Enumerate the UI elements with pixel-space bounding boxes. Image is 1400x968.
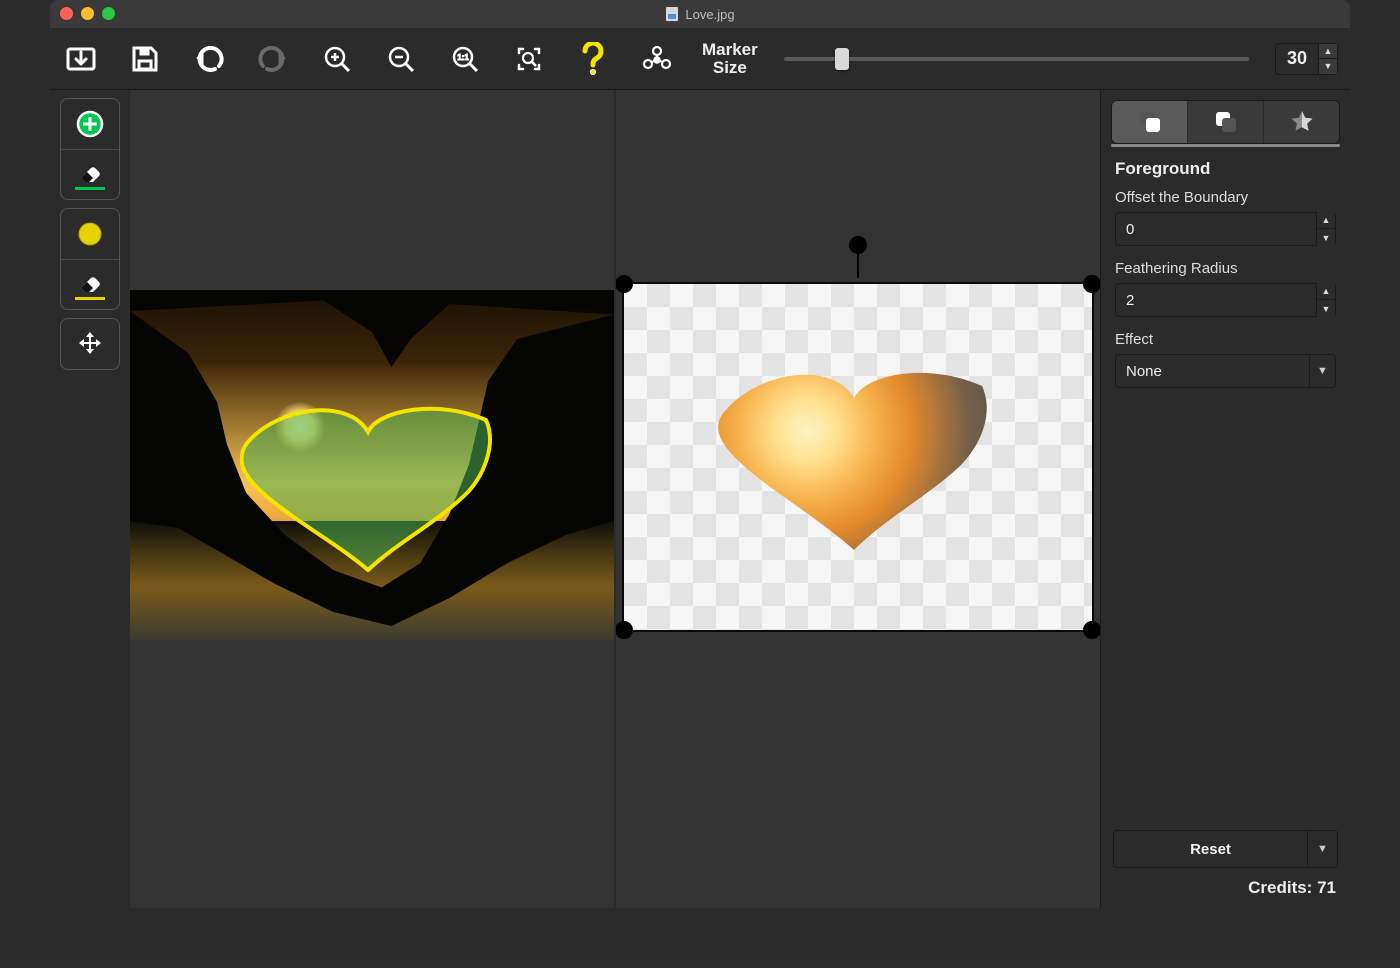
- erase-green-tool[interactable]: [61, 149, 119, 199]
- eraser-icon: [75, 270, 105, 294]
- tool-group-yellow: [60, 208, 120, 310]
- panel-tabs: [1111, 100, 1340, 144]
- tool-group-move: [60, 318, 120, 370]
- add-marker-tool[interactable]: [61, 99, 119, 149]
- open-button[interactable]: [62, 40, 100, 78]
- help-button[interactable]: [574, 40, 612, 78]
- right-panel: Foreground Offset the Boundary 0 ▲ ▼ Fea…: [1100, 90, 1350, 908]
- window-title: Love.jpg: [665, 6, 734, 22]
- erase-yellow-tool[interactable]: [61, 259, 119, 309]
- undo-button[interactable]: [190, 40, 228, 78]
- move-tool[interactable]: [61, 319, 119, 369]
- source-pane[interactable]: [130, 90, 614, 908]
- tab-underline: [1111, 144, 1340, 147]
- tool-group-marker: [60, 98, 120, 200]
- slider-track: [784, 57, 1249, 61]
- marker-size-input: 30 ▲ ▼: [1275, 43, 1338, 75]
- main-toolbar: 1:1 Marker Size 30 ▲ ▼: [50, 28, 1350, 90]
- foreground-icon: [1137, 109, 1163, 135]
- reset-menu-button[interactable]: ▼: [1307, 831, 1337, 867]
- resize-handle-bottom-right[interactable]: [1083, 621, 1100, 639]
- document-icon: [665, 6, 679, 22]
- yellow-marker-tool[interactable]: [61, 209, 119, 259]
- section-title: Foreground: [1115, 159, 1336, 179]
- panel-spacer: [1101, 412, 1350, 830]
- offset-label: Offset the Boundary: [1115, 189, 1336, 206]
- selection-overlay: [238, 402, 498, 572]
- zoom-out-button[interactable]: [382, 40, 420, 78]
- tab-foreground[interactable]: [1112, 101, 1187, 143]
- zoom-actual-button[interactable]: 1:1: [446, 40, 484, 78]
- feather-label: Feathering Radius: [1115, 260, 1336, 277]
- result-bounding-box[interactable]: [622, 282, 1094, 632]
- offset-value[interactable]: 0: [1116, 221, 1316, 238]
- maximize-window-button[interactable]: [102, 7, 115, 20]
- app-window: Love.jpg 1:1: [50, 0, 1350, 908]
- plus-circle-icon: [75, 109, 105, 139]
- selection-outline: [238, 402, 498, 572]
- feather-value[interactable]: 2: [1116, 292, 1316, 309]
- marker-size-down[interactable]: ▼: [1319, 59, 1337, 74]
- title-bar: Love.jpg: [50, 0, 1350, 28]
- effect-value: None: [1116, 363, 1309, 380]
- resize-handle-top-left[interactable]: [615, 275, 633, 293]
- marker-label-top: Marker: [702, 41, 758, 59]
- traffic-lights: [60, 7, 115, 20]
- eraser-underline-green: [75, 187, 105, 190]
- marker-size-up[interactable]: ▲: [1319, 44, 1337, 59]
- star-icon: [1289, 109, 1315, 135]
- marker-size-slider[interactable]: [784, 47, 1249, 71]
- resize-handle-top-right[interactable]: [1083, 275, 1100, 293]
- effect-select[interactable]: None ▼: [1115, 354, 1336, 388]
- feather-spinner: ▲ ▼: [1316, 283, 1335, 317]
- zoom-fit-button[interactable]: [510, 40, 548, 78]
- move-icon: [75, 329, 105, 359]
- marker-size-label: Marker Size: [702, 41, 758, 77]
- marker-size-value[interactable]: 30: [1276, 44, 1318, 74]
- result-pane[interactable]: [614, 90, 1100, 908]
- tab-effects[interactable]: [1263, 101, 1339, 143]
- minimize-window-button[interactable]: [81, 7, 94, 20]
- resize-handle-bottom-left[interactable]: [615, 621, 633, 639]
- credits-label: Credits:: [1248, 878, 1312, 897]
- eraser-underline-yellow: [75, 297, 105, 300]
- window-title-text: Love.jpg: [685, 7, 734, 22]
- chevron-down-icon: ▼: [1309, 355, 1335, 387]
- zoom-in-button[interactable]: [318, 40, 356, 78]
- cutout-image: [714, 364, 1004, 554]
- credits-value: 71: [1317, 878, 1336, 897]
- tab-background[interactable]: [1187, 101, 1263, 143]
- circle-icon: [76, 220, 104, 248]
- offset-field: 0 ▲ ▼: [1115, 212, 1336, 246]
- offset-spinner: ▲ ▼: [1316, 212, 1335, 246]
- canvas-area: [130, 90, 1100, 908]
- effect-label: Effect: [1115, 331, 1336, 348]
- tool-sidebar: [50, 90, 130, 908]
- background-icon: [1213, 109, 1239, 135]
- feather-up[interactable]: ▲: [1317, 283, 1335, 300]
- svg-text:1:1: 1:1: [457, 53, 469, 62]
- panel-section-foreground: Foreground Offset the Boundary 0 ▲ ▼ Fea…: [1101, 157, 1350, 412]
- save-button[interactable]: [126, 40, 164, 78]
- marker-label-bottom: Size: [702, 59, 758, 77]
- source-image: [130, 290, 614, 640]
- credits-text: Credits: 71: [1101, 878, 1350, 908]
- reset-button[interactable]: Reset: [1114, 831, 1307, 867]
- redo-button[interactable]: [254, 40, 292, 78]
- slider-thumb[interactable]: [835, 48, 849, 70]
- eraser-icon: [75, 160, 105, 184]
- offset-down[interactable]: ▼: [1317, 229, 1335, 246]
- result-cutout: [714, 364, 1004, 554]
- editor-body: Foreground Offset the Boundary 0 ▲ ▼ Fea…: [50, 90, 1350, 908]
- ai-segmentation-button[interactable]: [638, 40, 676, 78]
- marker-size-spinner: ▲ ▼: [1318, 44, 1337, 74]
- reset-row: Reset ▼: [1113, 830, 1338, 868]
- offset-up[interactable]: ▲: [1317, 212, 1335, 229]
- close-window-button[interactable]: [60, 7, 73, 20]
- feather-down[interactable]: ▼: [1317, 300, 1335, 317]
- rotation-handle[interactable]: [849, 236, 867, 254]
- feather-field: 2 ▲ ▼: [1115, 283, 1336, 317]
